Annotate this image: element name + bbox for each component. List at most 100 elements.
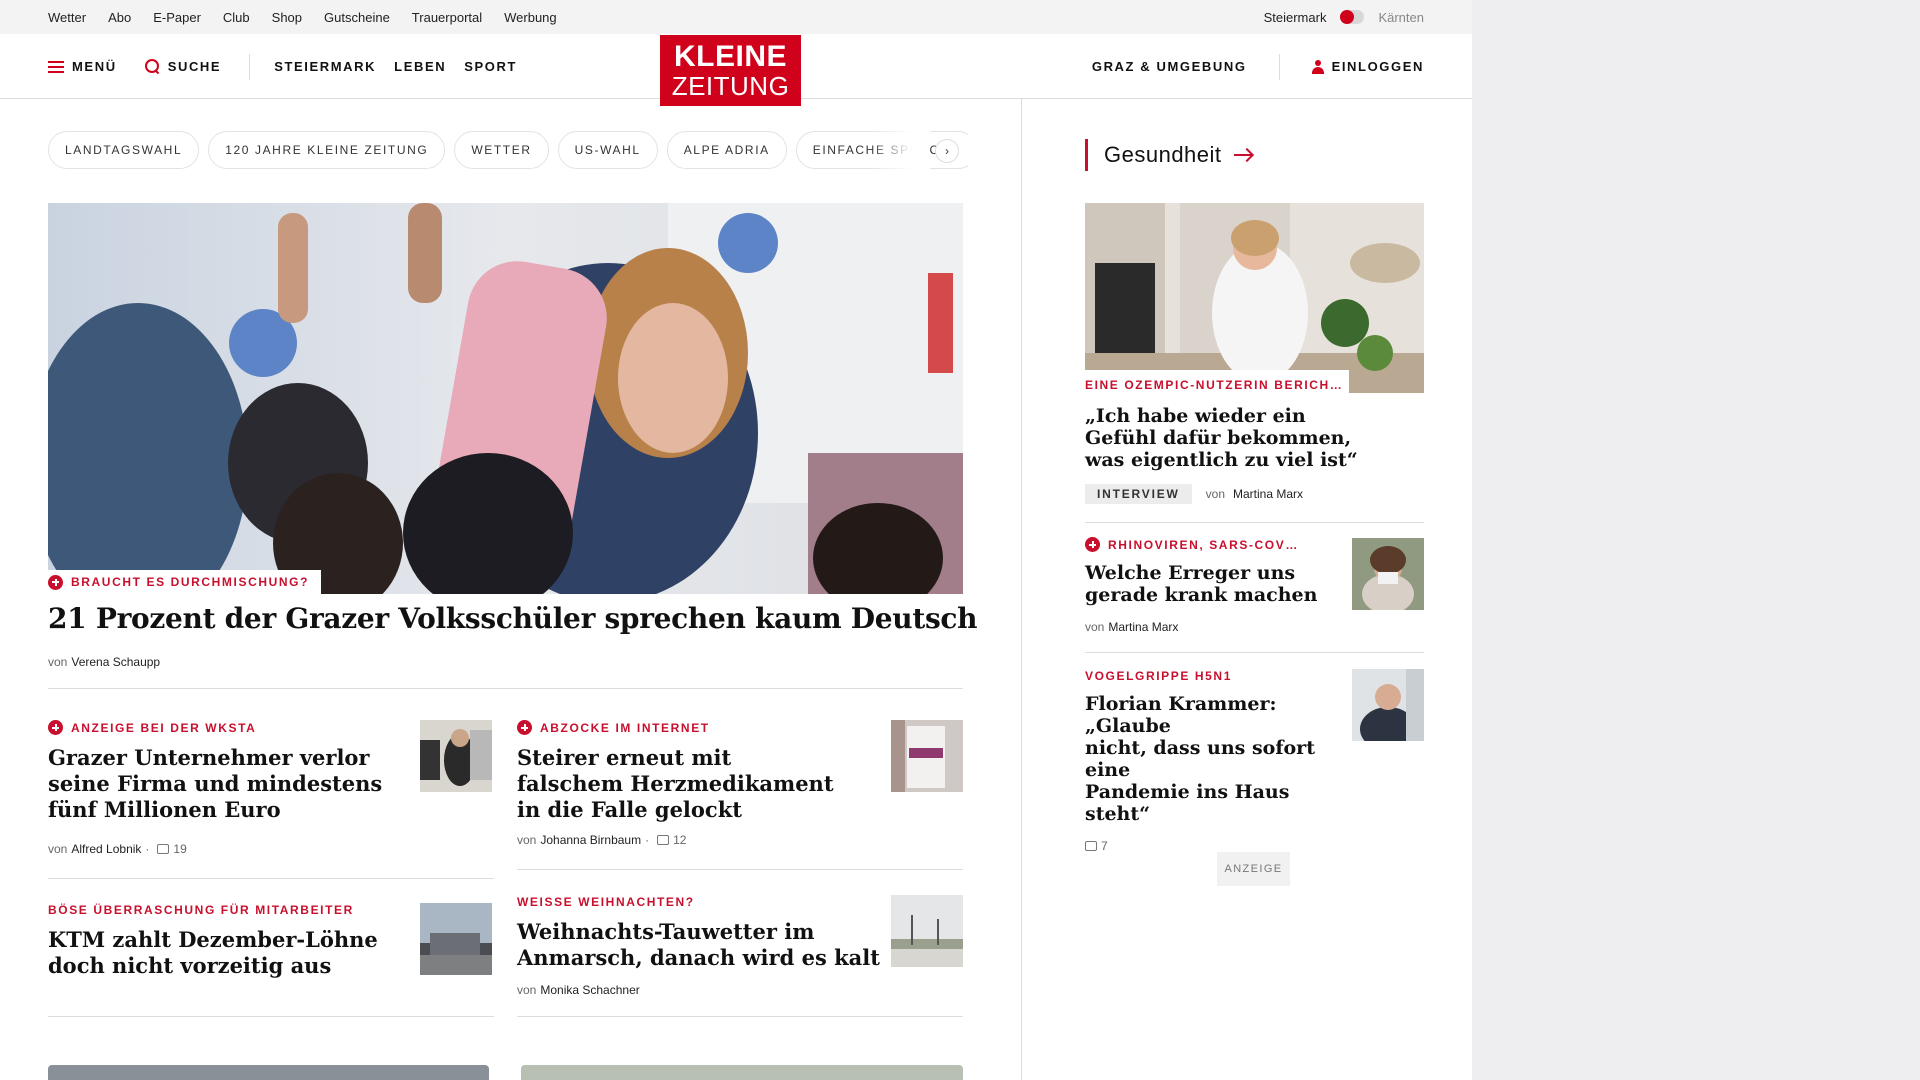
teaser-headline[interactable]: Grazer Unternehmer verlor seine Firma un… xyxy=(48,745,388,823)
chip-wetter[interactable]: WETTER xyxy=(454,131,549,169)
search-button[interactable]: SUCHE xyxy=(144,59,222,74)
sidebar-headline[interactable]: Welche Erreger uns gerade krank machen xyxy=(1085,562,1345,606)
headline-line: KTM zahlt Dezember-Löhne xyxy=(48,927,378,952)
hero-author[interactable]: Verena Schaupp xyxy=(71,655,160,669)
teaser-headline[interactable]: Steirer erneut mit falschem Herzmedikame… xyxy=(517,745,857,823)
topic-chips: LANDTAGSWAHL 120 JAHRE KLEINE ZEITUNG WE… xyxy=(48,131,968,171)
teaser-kicker: WEISSE WEIHNACHTEN? xyxy=(517,895,897,909)
next-article-image[interactable] xyxy=(48,1065,489,1080)
chips-next-button[interactable]: › xyxy=(935,139,959,163)
teaser-card[interactable]: WEISSE WEIHNACHTEN? Weihnachts-Tauwetter… xyxy=(517,895,897,997)
ad-label: ANZEIGE xyxy=(1217,852,1290,886)
nav-leben[interactable]: LEBEN xyxy=(394,59,446,74)
teaser-author[interactable]: Johanna Birnbaum xyxy=(540,833,641,847)
login-button[interactable]: EINLOGGEN xyxy=(1311,59,1424,74)
teaser-author[interactable]: Monika Schachner xyxy=(540,983,639,997)
teaser-headline[interactable]: KTM zahlt Dezember-Löhne doch nicht vorz… xyxy=(48,927,388,979)
page: Wetter Abo E-Paper Club Shop Gutscheine … xyxy=(0,0,1472,1080)
teaser-card[interactable]: ANZEIGE BEI DER WKSTA Grazer Unternehmer… xyxy=(48,720,388,856)
headline-line: Gefühl dafür bekommen, xyxy=(1085,427,1352,449)
teaser-byline: von Johanna Birnbaum · 12 xyxy=(517,833,857,847)
thumbnail-photo xyxy=(420,720,492,792)
header-divider xyxy=(249,53,251,80)
utility-link-werbung[interactable]: Werbung xyxy=(504,10,557,25)
sidebar-separator xyxy=(1085,652,1424,653)
sidebar-lead-kicker-text: EINE OZEMPIC-NUTZERIN BERICH… xyxy=(1085,378,1344,392)
viewport-gutter xyxy=(1472,0,1920,1080)
teaser-thumbnail[interactable] xyxy=(420,720,492,792)
sidebar-thumbnail[interactable] xyxy=(1352,538,1424,610)
hero-separator xyxy=(48,688,963,689)
hero-headline[interactable]: 21 Prozent der Grazer Volksschüler sprec… xyxy=(48,602,978,635)
headline-line: Pandemie ins Haus steht“ xyxy=(1085,781,1290,825)
chip-alpe-adria[interactable]: ALPE ADRIA xyxy=(666,131,787,169)
teaser-thumbnail[interactable] xyxy=(891,720,963,792)
sidebar-kicker: RHINOVIREN, SARS-COV… xyxy=(1085,537,1345,552)
hero-image[interactable] xyxy=(48,203,963,594)
utility-link-shop[interactable]: Shop xyxy=(272,10,302,25)
teaser-thumbnail[interactable] xyxy=(891,895,963,967)
hero-kicker: BRAUCHT ES DURCHMISCHUNG? xyxy=(48,574,309,590)
kleine-zeitung-logo[interactable]: KLEINE ZEITUNG xyxy=(660,35,801,106)
user-icon xyxy=(1311,59,1324,74)
sidebar-teaser[interactable]: RHINOVIREN, SARS-COV… Welche Erreger uns… xyxy=(1085,537,1345,634)
utility-bar: Wetter Abo E-Paper Club Shop Gutscheine … xyxy=(0,0,1472,34)
logo-line-2: ZEITUNG xyxy=(671,70,790,101)
sidebar-teaser[interactable]: VOGELGRIPPE H5N1 Florian Krammer: „Glaub… xyxy=(1085,669,1345,853)
teaser-kicker: ABZOCKE IM INTERNET xyxy=(517,720,857,735)
teaser-kicker-text: ABZOCKE IM INTERNET xyxy=(540,720,710,735)
teaser-separator xyxy=(517,1016,963,1017)
byline-prefix: von xyxy=(1205,487,1226,501)
sidebar-lead-headline[interactable]: „Ich habe wieder ein Gefühl dafür bekomm… xyxy=(1085,405,1385,471)
headline-line: gerade krank machen xyxy=(1085,584,1318,606)
region-toggle[interactable] xyxy=(1340,10,1365,24)
header-right: GRAZ & UMGEBUNG EINLOGGEN xyxy=(1092,34,1424,99)
utility-links: Wetter Abo E-Paper Club Shop Gutscheine … xyxy=(48,0,579,34)
teaser-headline[interactable]: Weihnachts-Tauwetter im Anmarsch, danach… xyxy=(517,919,897,971)
comment-count[interactable]: 12 xyxy=(673,833,686,847)
headline-line: doch nicht vorzeitig aus xyxy=(48,953,332,978)
chip-120-jahre[interactable]: 120 JAHRE KLEINE ZEITUNG xyxy=(208,131,446,169)
sidebar-lead-photo xyxy=(1085,203,1424,393)
menu-button[interactable]: MENÜ xyxy=(48,59,117,74)
byline-dot: · xyxy=(645,833,650,847)
sidebar-kicker: VOGELGRIPPE H5N1 xyxy=(1085,669,1345,683)
chip-us-wahl[interactable]: US-WAHL xyxy=(557,131,658,169)
teaser-author[interactable]: Alfred Lobnik xyxy=(71,842,141,856)
sidebar-lead-kicker-box: EINE OZEMPIC-NUTZERIN BERICH… xyxy=(1085,370,1349,400)
sidebar-thumbnail[interactable] xyxy=(1352,669,1424,741)
next-article-image[interactable] xyxy=(521,1065,963,1080)
utility-link-gutscheine[interactable]: Gutscheine xyxy=(324,10,390,25)
headline-line: seine Firma und mindestens xyxy=(48,771,383,796)
region-inactive-label[interactable]: Kärnten xyxy=(1378,10,1424,25)
login-label: EINLOGGEN xyxy=(1331,59,1424,74)
utility-link-trauerportal[interactable]: Trauerportal xyxy=(412,10,482,25)
hero-kicker-text: BRAUCHT ES DURCHMISCHUNG? xyxy=(71,575,309,589)
hamburger-icon xyxy=(48,60,64,73)
teaser-card[interactable]: ABZOCKE IM INTERNET Steirer erneut mit f… xyxy=(517,720,857,847)
nav-steiermark[interactable]: STEIERMARK xyxy=(274,59,376,74)
sidebar-lead-image[interactable] xyxy=(1085,203,1424,393)
region-active-label[interactable]: Steiermark xyxy=(1264,10,1327,25)
headline-line: Welche Erreger uns xyxy=(1085,562,1296,584)
headline-line: falschem Herzmedikament xyxy=(517,771,834,796)
utility-link-epaper[interactable]: E-Paper xyxy=(153,10,201,25)
utility-link-abo[interactable]: Abo xyxy=(108,10,131,25)
comment-count[interactable]: 19 xyxy=(173,842,186,856)
header-divider-right xyxy=(1278,53,1280,80)
sidebar-lead-author[interactable]: Martina Marx xyxy=(1233,487,1303,501)
section-heading-gesundheit[interactable]: Gesundheit xyxy=(1085,139,1252,171)
comment-count[interactable]: 7 xyxy=(1101,839,1108,853)
region-link-graz[interactable]: GRAZ & UMGEBUNG xyxy=(1092,59,1247,74)
menu-label: MENÜ xyxy=(72,59,117,74)
sidebar-headline[interactable]: Florian Krammer: „Glaube nicht, dass uns… xyxy=(1085,693,1345,825)
utility-link-club[interactable]: Club xyxy=(223,10,250,25)
sidebar-byline: 7 xyxy=(1085,839,1345,853)
teaser-card[interactable]: BÖSE ÜBERRASCHUNG FÜR MITARBEITER KTM za… xyxy=(48,903,388,979)
chip-landtagswahl[interactable]: LANDTAGSWAHL xyxy=(48,131,200,169)
teaser-thumbnail[interactable] xyxy=(420,903,492,975)
nav-sport[interactable]: SPORT xyxy=(464,59,517,74)
thumbnail-photo xyxy=(891,720,963,792)
utility-link-wetter[interactable]: Wetter xyxy=(48,10,86,25)
sidebar-author[interactable]: Martina Marx xyxy=(1108,620,1178,634)
